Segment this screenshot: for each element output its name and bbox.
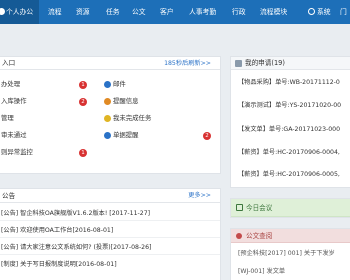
- count-badge: 1: [79, 148, 87, 157]
- task-link[interactable]: 则异常监控: [1, 145, 33, 160]
- notice-item[interactable]: [公告] 请大家注意公文系统如何? (投票)[2017-08-26]: [0, 241, 220, 255]
- nav-label: 系统: [317, 8, 331, 16]
- panel-title: 我的申请(19): [245, 59, 285, 67]
- nav-label: 人事考勤: [189, 8, 217, 16]
- document-item[interactable]: [WJ-001] 发文单: [231, 265, 350, 279]
- public-docs-panel: 公文查阅 [预企科技[2017] 001] 关于下发岁 [WJ-001] 发文单: [230, 228, 350, 280]
- gear-icon: [308, 8, 315, 15]
- document-text: [预企科技[2017] 001] 关于下发岁: [238, 250, 335, 257]
- document-item[interactable]: [预企科技[2017] 001] 关于下发岁: [231, 247, 350, 261]
- nav-label: 客户: [160, 8, 174, 16]
- nav-item-tasks[interactable]: 任务: [106, 0, 120, 24]
- application-item[interactable]: 【发文单】单号:GA-20171023-000: [231, 123, 350, 137]
- mail-icon: [104, 81, 111, 88]
- panel-title: 公文查阅: [246, 232, 273, 240]
- notices-panel: 公告 更多>> [公告] 智企科技OA旗舰版V1.6.2版本! [2017-11…: [0, 188, 221, 280]
- mail-link[interactable]: 邮件: [113, 77, 126, 92]
- task-entry-panel: 入口 185秒后刷新>> 办处理 1 邮件 入库操作 2 提醒信息 管理 我未完…: [0, 56, 221, 174]
- nav-item-admin[interactable]: 行政: [232, 0, 246, 24]
- document-icon: [104, 132, 111, 139]
- nav-item-personal-office[interactable]: 个人办公: [0, 0, 39, 24]
- nav-item-documents[interactable]: 公文: [132, 0, 146, 24]
- application-text: 【薪资】单号:HC-20170906-0005,: [238, 171, 340, 178]
- task-icon: [104, 115, 111, 122]
- count-badge: 2: [79, 97, 87, 106]
- notice-text: [制度] 关于写日报制度说明[2016-08-01]: [1, 261, 117, 268]
- nav-item-resources[interactable]: 资源: [76, 0, 90, 24]
- panel-title: 今日会议: [246, 204, 273, 212]
- nav-label: 门: [340, 8, 347, 16]
- application-item[interactable]: 【薪资】单号:HC-20170906-0004,: [231, 146, 350, 160]
- application-item[interactable]: 【薪资】单号:HC-20170906-0005,: [231, 168, 350, 182]
- task-row: 则异常监控 1: [0, 145, 220, 160]
- nav-label: 资源: [76, 8, 90, 16]
- panel-title: 入口: [2, 59, 16, 67]
- count-badge: 1: [79, 80, 87, 89]
- task-row: 管理 我未完成任务: [0, 111, 220, 126]
- nav-label: 任务: [106, 8, 120, 16]
- document-reminder-link[interactable]: 单据提醒: [113, 128, 139, 143]
- notice-item[interactable]: [公告] 欢迎使用OA工作台[2016-08-01]: [0, 224, 220, 238]
- document-icon: [236, 233, 242, 239]
- application-item[interactable]: 【演示测试】单号:YS-20171020-00: [231, 99, 350, 113]
- task-link[interactable]: 审未通过: [1, 128, 27, 143]
- reminder-link[interactable]: 提醒信息: [113, 94, 139, 109]
- panel-header: 今日会议: [231, 199, 350, 217]
- task-row: 办处理 1 邮件: [0, 77, 220, 92]
- task-link[interactable]: 入库操作: [1, 94, 27, 109]
- nav-label: 流程: [48, 8, 62, 16]
- application-text: 【发文单】单号:GA-20171023-000: [238, 126, 341, 133]
- notice-text: [公告] 请大家注意公文系统如何? (投票)[2017-08-26]: [1, 244, 152, 251]
- nav-label: 个人办公: [6, 8, 34, 16]
- notice-text: [公告] 欢迎使用OA工作台[2016-08-01]: [1, 227, 114, 234]
- task-link[interactable]: 管理: [1, 111, 14, 126]
- notice-item[interactable]: [制度] 关于写日报制度说明[2016-08-01]: [0, 258, 220, 272]
- panel-header: 我的申请(19): [231, 57, 350, 70]
- nav-item-workflow[interactable]: 流程: [48, 0, 62, 24]
- notice-item[interactable]: [公告] 智企科技OA旗舰版V1.6.2版本! [2017-11-27]: [0, 207, 220, 221]
- task-row: 审未通过 单据提醒 2: [0, 128, 220, 143]
- panel-header: 公告 更多>>: [0, 189, 220, 203]
- today-meetings-panel: 今日会议: [230, 198, 350, 218]
- application-text: 【薪资】单号:HC-20170906-0004,: [238, 149, 340, 156]
- task-link[interactable]: 办处理: [1, 77, 20, 92]
- my-applications-panel: 我的申请(19) 【物品采购】单号:WB-20171112-0 【演示测试】单号…: [230, 56, 350, 188]
- document-text: [WJ-001] 发文单: [238, 268, 286, 275]
- panel-header: 入口 185秒后刷新>>: [0, 57, 220, 70]
- top-nav: 个人办公 流程 资源 任务 公文 客户 人事考勤 行政 流程模块 系统 门: [0, 0, 350, 24]
- notice-text: [公告] 智企科技OA旗舰版V1.6.2版本! [2017-11-27]: [1, 210, 151, 217]
- application-text: 【物品采购】单号:WB-20171112-0: [238, 79, 340, 86]
- calendar-icon: [236, 204, 243, 211]
- nav-item-system[interactable]: 系统: [306, 0, 331, 24]
- panel-header: 公文查阅: [231, 229, 350, 243]
- refresh-link[interactable]: 185秒后刷新>>: [164, 57, 211, 70]
- bell-icon: [104, 98, 111, 105]
- nav-item-portal[interactable]: 门: [340, 0, 347, 24]
- more-link[interactable]: 更多>>: [188, 189, 211, 203]
- application-item[interactable]: 【物品采购】单号:WB-20171112-0: [231, 76, 350, 90]
- nav-label: 流程模块: [260, 8, 288, 16]
- nav-label: 行政: [232, 8, 246, 16]
- nav-label: 公文: [132, 8, 146, 16]
- application-text: 【演示测试】单号:YS-20171020-00: [238, 102, 342, 109]
- nav-item-hr-attendance[interactable]: 人事考勤: [189, 0, 216, 24]
- unfinished-task-link[interactable]: 我未完成任务: [113, 111, 151, 126]
- list-icon: [235, 60, 242, 67]
- panel-title: 公告: [2, 192, 16, 200]
- count-badge: 2: [203, 131, 211, 140]
- user-icon: [0, 8, 5, 15]
- nav-item-customers[interactable]: 客户: [160, 0, 174, 24]
- nav-item-workflow-module[interactable]: 流程模块: [260, 0, 287, 24]
- task-row: 入库操作 2 提醒信息: [0, 94, 220, 109]
